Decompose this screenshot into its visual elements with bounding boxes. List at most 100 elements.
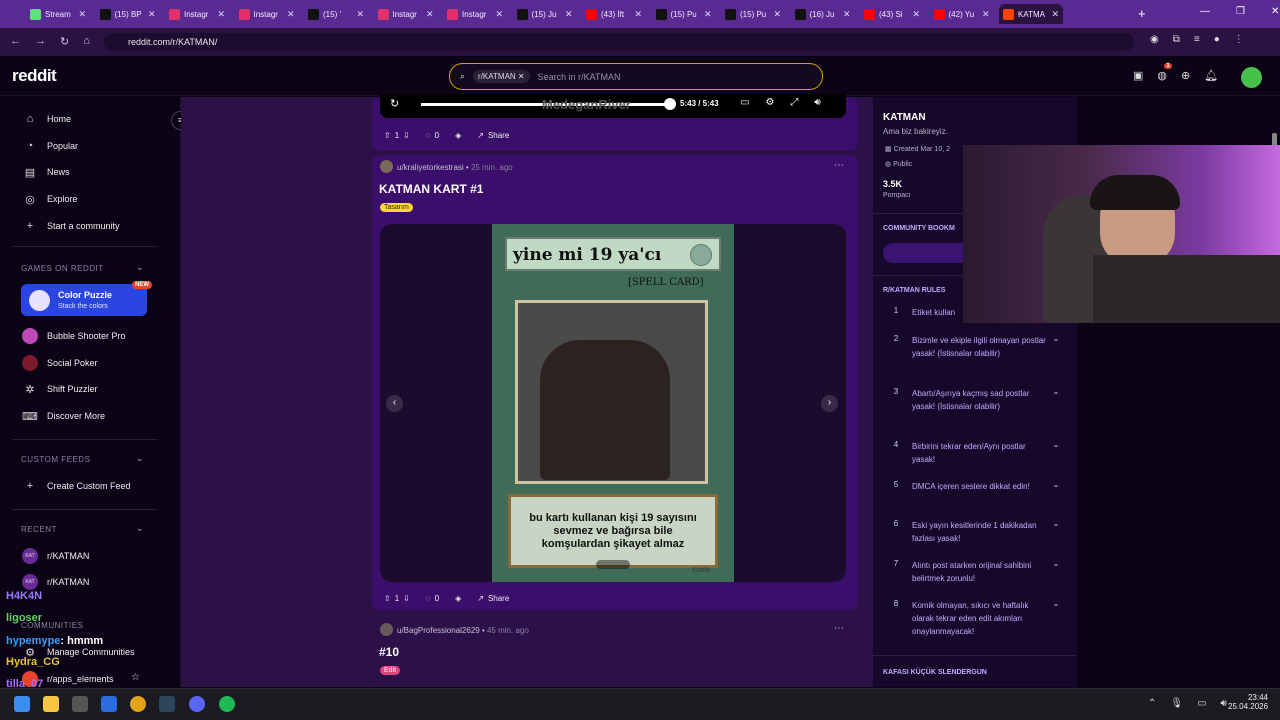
file-explorer-icon[interactable] — [43, 696, 59, 712]
award-button[interactable]: ◈ — [455, 594, 461, 603]
rule-item[interactable]: 4 Birbirini tekrar eden/Aynı postlar yasa… — [880, 440, 1066, 466]
downvote-icon[interactable]: ⇩ — [403, 131, 410, 140]
rule-item[interactable]: 8 Komik olmayan, sıkıcı ve haftalık olara… — [880, 599, 1066, 638]
create-custom-feed[interactable]: + Create Custom Feed — [22, 477, 131, 495]
clock[interactable]: 23:44 25.04.2026 — [1228, 693, 1268, 711]
chevron-down-icon[interactable]: ⌄ — [1046, 519, 1066, 545]
create-post-icon[interactable]: ⊕ — [1181, 69, 1190, 82]
nav-explore[interactable]: ◎ Explore — [22, 190, 77, 208]
chevron-down-icon[interactable]: ⌄ — [1046, 440, 1066, 466]
browser-tab[interactable]: (43) İft ✕ — [582, 4, 646, 24]
network-icon[interactable]: ▭ — [1197, 698, 1206, 709]
tab-close-icon[interactable]: ✕ — [1051, 9, 1059, 20]
browser-tab[interactable]: (15) ' ✕ — [304, 4, 368, 24]
reload-icon[interactable]: ↻ — [60, 35, 69, 48]
replay-icon[interactable]: ↻ — [390, 97, 399, 110]
gallery-next-button[interactable]: › — [821, 395, 838, 412]
tab-close-icon[interactable]: ✕ — [78, 9, 86, 20]
menu-icon[interactable]: ⋮ — [1234, 34, 1244, 45]
search-bar[interactable]: ⌕ r/KATMAN ✕ Search in r/KATMAN — [449, 63, 823, 90]
fullscreen-icon[interactable]: ⤢ — [790, 97, 798, 108]
tab-close-icon[interactable]: ✕ — [148, 9, 156, 20]
browser-tab[interactable]: (16) Ju ✕ — [791, 4, 855, 24]
rule-item[interactable]: 7 Alıntı post atarken orijinal sahibini b… — [880, 559, 1066, 585]
rule-item[interactable]: 6 Eski yayın kesitlerinde 1 dakikadan faz… — [880, 519, 1066, 545]
tab-close-icon[interactable]: ✕ — [426, 9, 434, 20]
browser-tab[interactable]: Stream ✕ — [26, 4, 90, 24]
nav-start-community[interactable]: + Start a community — [22, 217, 120, 235]
browser-tab[interactable]: (15) BP ✕ — [96, 4, 160, 24]
chevron-down-icon[interactable]: ⌄ — [136, 262, 144, 273]
puzzle-icon[interactable]: ⧉ — [1173, 34, 1180, 45]
media-icon[interactable]: ≡ — [1194, 34, 1200, 45]
steam-icon[interactable] — [159, 696, 175, 712]
browser-tab[interactable]: KATMA ✕ — [999, 4, 1063, 24]
downvote-icon[interactable]: ⇩ — [403, 594, 410, 603]
url-bar[interactable]: reddit.com/r/KATMAN/ — [104, 33, 1134, 51]
discover-more[interactable]: ⌨ Discover More — [22, 407, 105, 425]
chevron-down-icon[interactable]: ⌄ — [1046, 334, 1066, 360]
avatar[interactable] — [1241, 67, 1262, 88]
browser-tab[interactable]: Instagr ✕ — [443, 4, 507, 24]
vote-control[interactable]: ⇧ 1 ⇩ — [384, 594, 410, 603]
tab-close-icon[interactable]: ✕ — [773, 9, 781, 20]
tab-close-icon[interactable]: ✕ — [217, 9, 225, 20]
volume-icon[interactable]: 🔊︎ — [814, 97, 820, 108]
more-options-icon[interactable]: ⋯ — [834, 160, 844, 171]
game-item[interactable]: Social Poker — [22, 354, 98, 372]
home-icon[interactable]: ⌂ — [83, 35, 90, 48]
upvote-icon[interactable]: ⇧ — [384, 131, 391, 140]
window-controls[interactable]: — ❐ ✕ — [1200, 6, 1279, 17]
tab-close-icon[interactable]: ✕ — [843, 9, 851, 20]
minimize-icon[interactable]: — — [1200, 6, 1210, 17]
tab-close-icon[interactable]: ✕ — [704, 9, 712, 20]
comments-button[interactable]: ◌ 0 — [426, 131, 439, 140]
tab-close-icon[interactable]: ✕ — [982, 9, 990, 20]
store-icon[interactable] — [72, 696, 88, 712]
discord-icon[interactable] — [189, 696, 205, 712]
browser-tab[interactable]: (43) Si ✕ — [860, 4, 924, 24]
progress-handle[interactable] — [664, 98, 676, 110]
start-icon[interactable] — [14, 696, 30, 712]
post-flair[interactable]: Edit — [380, 666, 401, 675]
more-options-icon[interactable]: ⋯ — [834, 623, 844, 634]
browser-tab[interactable]: Instagr ✕ — [235, 4, 299, 24]
rule-item[interactable]: 3 Abartı/Aşırıya kaçmış sad postlar yasak… — [880, 387, 1066, 413]
reddit-logo[interactable]: reddit — [12, 66, 57, 86]
captions-icon[interactable]: ▭ — [740, 97, 749, 108]
browser-tab[interactable]: (15) Ju ✕ — [513, 4, 577, 24]
post-title[interactable]: KATMAN KART #1 — [379, 182, 483, 196]
bell-icon[interactable]: 🔔︎ — [1204, 69, 1218, 82]
share-button[interactable]: ↗ Share — [477, 594, 509, 603]
browser-tab[interactable]: (15) Pu ✕ — [721, 4, 785, 24]
spotify-icon[interactable] — [219, 696, 235, 712]
author-avatar[interactable] — [380, 160, 393, 173]
community-chip[interactable]: r/KATMAN ✕ — [473, 70, 530, 83]
vote-control[interactable]: ⇧ 1 ⇩ — [384, 131, 410, 140]
chevron-down-icon[interactable]: ⌄ — [1046, 387, 1066, 413]
nav-popular[interactable]: ◔ Popular — [22, 137, 78, 155]
back-icon[interactable]: ← — [10, 35, 21, 48]
recent-item[interactable]: KAT r/KATMAN — [22, 547, 89, 565]
nav-home[interactable]: ⌂ Home — [22, 110, 71, 128]
comments-button[interactable]: ◌ 0 — [426, 594, 439, 603]
mic-icon[interactable]: 🎙︎ — [1170, 698, 1183, 709]
upvote-icon[interactable]: ⇧ — [384, 594, 391, 603]
new-tab-button[interactable]: + — [1138, 6, 1146, 21]
award-button[interactable]: ◈ — [455, 131, 461, 140]
post-author[interactable]: u/BagProfessional2629 — [397, 626, 480, 635]
browser-tab[interactable]: (42) Yu ✕ — [930, 4, 994, 24]
ads-icon[interactable]: ▣ — [1133, 69, 1143, 82]
speaker-icon[interactable]: 🔊︎ — [1221, 698, 1227, 709]
chevron-down-icon[interactable]: ⌄ — [136, 523, 144, 534]
gallery-prev-button[interactable]: ‹ — [386, 395, 403, 412]
post-flair[interactable]: Tasarım — [380, 203, 413, 212]
author-avatar[interactable] — [380, 623, 393, 636]
extension-icon[interactable]: ◉ — [1150, 34, 1159, 45]
game-item[interactable]: ✲ Shift Puzzler — [22, 380, 97, 398]
chevron-down-icon[interactable]: ⌄ — [1046, 559, 1066, 585]
chevron-down-icon[interactable]: ⌄ — [1046, 480, 1066, 493]
rule-item[interactable]: 5 DMCA içeren seslere dikkat edin! ⌄ — [880, 480, 1066, 493]
chevron-down-icon[interactable]: ⌄ — [1046, 599, 1066, 638]
maximize-icon[interactable]: ❐ — [1236, 6, 1245, 17]
